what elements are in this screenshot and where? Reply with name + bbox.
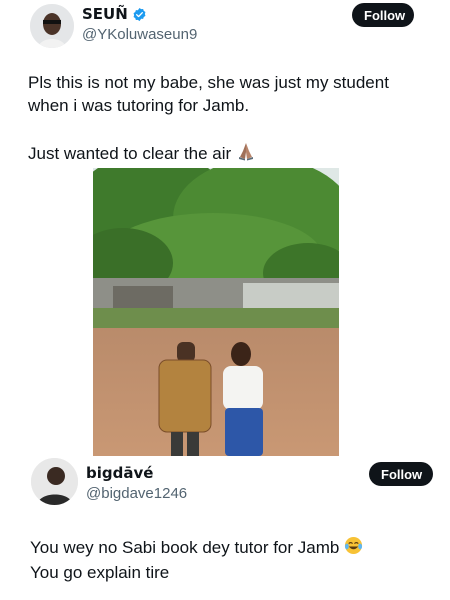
reply-author-handle[interactable]: @bigdave1246 <box>86 485 187 502</box>
laughing-tears-emoji-icon <box>344 536 363 561</box>
reply-text-line: You wey no Sabi book dey tutor for Jamb <box>30 538 340 557</box>
tweet-photo[interactable] <box>93 168 339 456</box>
verified-badge-icon <box>132 7 147 22</box>
author-display-name[interactable]: SEUÑ <box>82 5 128 23</box>
tweet-text: Pls this is not my babe, she was just my… <box>28 73 389 115</box>
reply-text-second-line: You go explain tire <box>30 563 170 582</box>
reply-author-display-name[interactable]: bigdāvé <box>86 464 153 482</box>
author-avatar[interactable] <box>30 4 74 48</box>
folded-hands-emoji-icon <box>236 141 256 167</box>
reply-text-first-line: You wey no Sabi book dey tutor for Jamb <box>30 536 430 561</box>
follow-button[interactable]: Follow <box>352 3 414 27</box>
tweet-text-second-line: Just wanted to clear the air <box>28 141 256 167</box>
reply-text: You wey no Sabi book dey tutor for Jamb … <box>30 536 430 584</box>
tweet-text-line: Just wanted to clear the air <box>28 144 232 163</box>
reply-follow-button[interactable]: Follow <box>369 462 433 486</box>
reply-author-avatar[interactable] <box>31 458 78 505</box>
author-handle[interactable]: @YKoluwaseun9 <box>82 26 197 43</box>
